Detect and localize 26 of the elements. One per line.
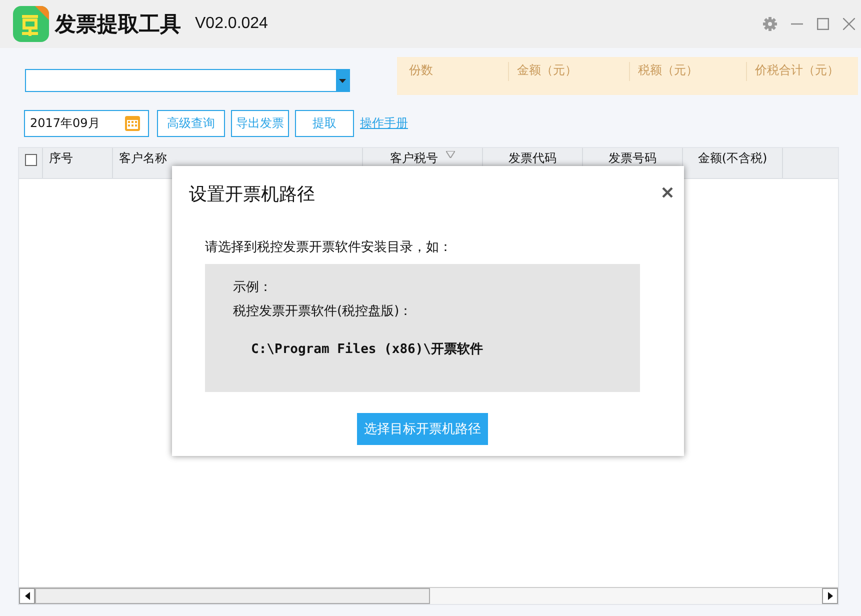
filter-icon[interactable]	[446, 151, 455, 158]
date-field[interactable]: 2017年09月	[24, 110, 149, 137]
column-header[interactable]: 序号	[43, 148, 113, 178]
dropdown-caret-icon	[339, 78, 346, 82]
example-label: 示例：	[233, 279, 272, 296]
calendar-icon[interactable]	[125, 116, 140, 131]
instruction-text: 请选择到税控发票开票软件安装目录，如：	[205, 239, 453, 256]
scroll-right-icon[interactable]	[828, 592, 832, 600]
horizontal-scrollbar[interactable]	[19, 587, 838, 604]
close-icon[interactable]	[843, 18, 855, 30]
scroll-left-icon[interactable]	[24, 592, 30, 600]
summary-label: 价税合计（元）	[754, 62, 839, 79]
company-select[interactable]	[25, 69, 350, 92]
app-logo-icon	[13, 6, 49, 42]
select-all-checkbox[interactable]	[24, 154, 36, 166]
summary-label: 税额（元）	[630, 62, 747, 81]
summary-label: 份数	[407, 62, 509, 81]
example-path: C:\Program Files (x86)\开票软件	[251, 341, 484, 358]
maximize-icon[interactable]	[817, 18, 829, 30]
settings-icon[interactable]	[763, 16, 777, 30]
dialog-title: 设置开票机路径	[189, 183, 315, 206]
app-title: 发票提取工具	[55, 11, 181, 38]
close-icon[interactable]	[662, 186, 673, 198]
example-name: 税控发票开票软件(税控盘版)：	[233, 303, 412, 320]
summary-label: 金额（元）	[509, 62, 630, 81]
version-label: V02.0.024	[195, 15, 268, 33]
